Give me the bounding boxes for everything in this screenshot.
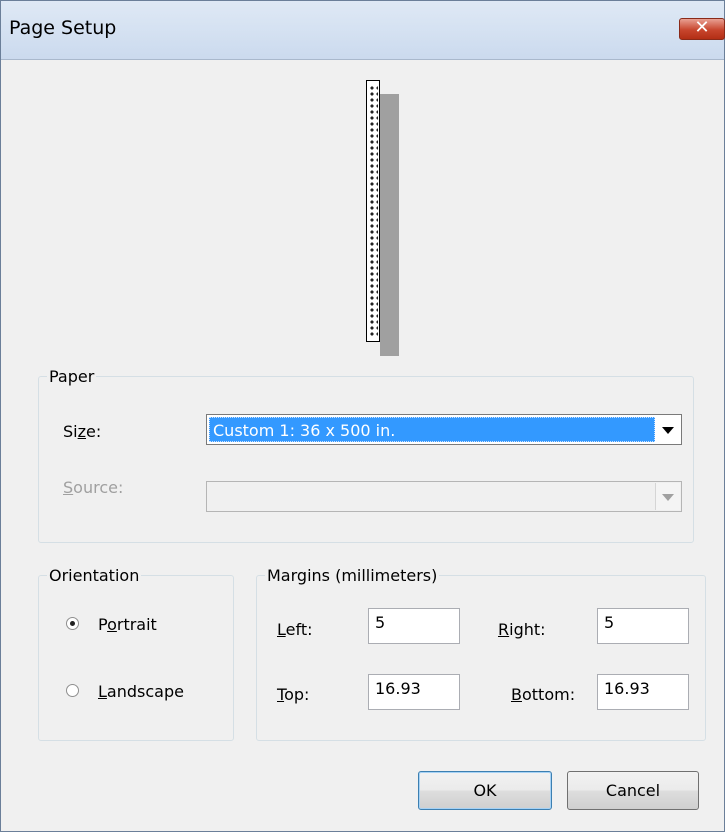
bottom-margin-field[interactable]: 16.93 (597, 674, 689, 710)
orientation-group-legend: Orientation (49, 566, 140, 585)
paper-preview-icon (366, 80, 380, 342)
chevron-down-icon[interactable] (655, 483, 680, 510)
dialog-title: Page Setup (9, 17, 117, 39)
size-selected-value: Custom 1: 36 x 500 in. (209, 417, 655, 442)
source-dropdown[interactable] (206, 481, 682, 512)
bottom-margin-label: Bottom: (511, 685, 576, 704)
size-dropdown[interactable]: Custom 1: 36 x 500 in. (206, 414, 682, 445)
close-button[interactable]: ✕ (679, 17, 725, 40)
paper-group: Paper (38, 367, 694, 543)
landscape-label[interactable]: Landscape (98, 682, 184, 701)
orientation-group: Orientation (38, 566, 234, 741)
portrait-label[interactable]: Portrait (98, 615, 157, 634)
landscape-radio[interactable] (66, 684, 79, 697)
right-margin-label: Right: (498, 620, 546, 639)
margins-group: Margins (millimeters) (256, 566, 706, 741)
dialog-body: Paper Size: Custom 1: 36 x 500 in. Sourc… (1, 60, 724, 831)
left-margin-field[interactable]: 5 (368, 608, 460, 644)
size-label: Size: (63, 422, 102, 441)
cancel-button[interactable]: Cancel (567, 771, 699, 810)
margins-group-legend: Margins (millimeters) (267, 566, 438, 585)
top-margin-label: Top: (277, 685, 310, 704)
ok-button[interactable]: OK (418, 771, 552, 810)
title-bar: Page Setup ✕ (1, 1, 725, 60)
portrait-radio[interactable] (66, 617, 79, 630)
top-margin-field[interactable]: 16.93 (368, 674, 460, 710)
paper-group-legend: Paper (49, 367, 95, 386)
page-setup-dialog: Page Setup ✕ Paper Size: Custom 1: 36 x … (0, 0, 725, 832)
right-margin-field[interactable]: 5 (597, 608, 689, 644)
left-margin-label: Left: (277, 620, 313, 639)
close-icon: ✕ (694, 17, 710, 38)
source-label: Source: (63, 478, 124, 497)
paper-preview-content (369, 85, 378, 337)
paper-preview-shadow (380, 94, 399, 356)
chevron-down-icon[interactable] (656, 416, 680, 443)
